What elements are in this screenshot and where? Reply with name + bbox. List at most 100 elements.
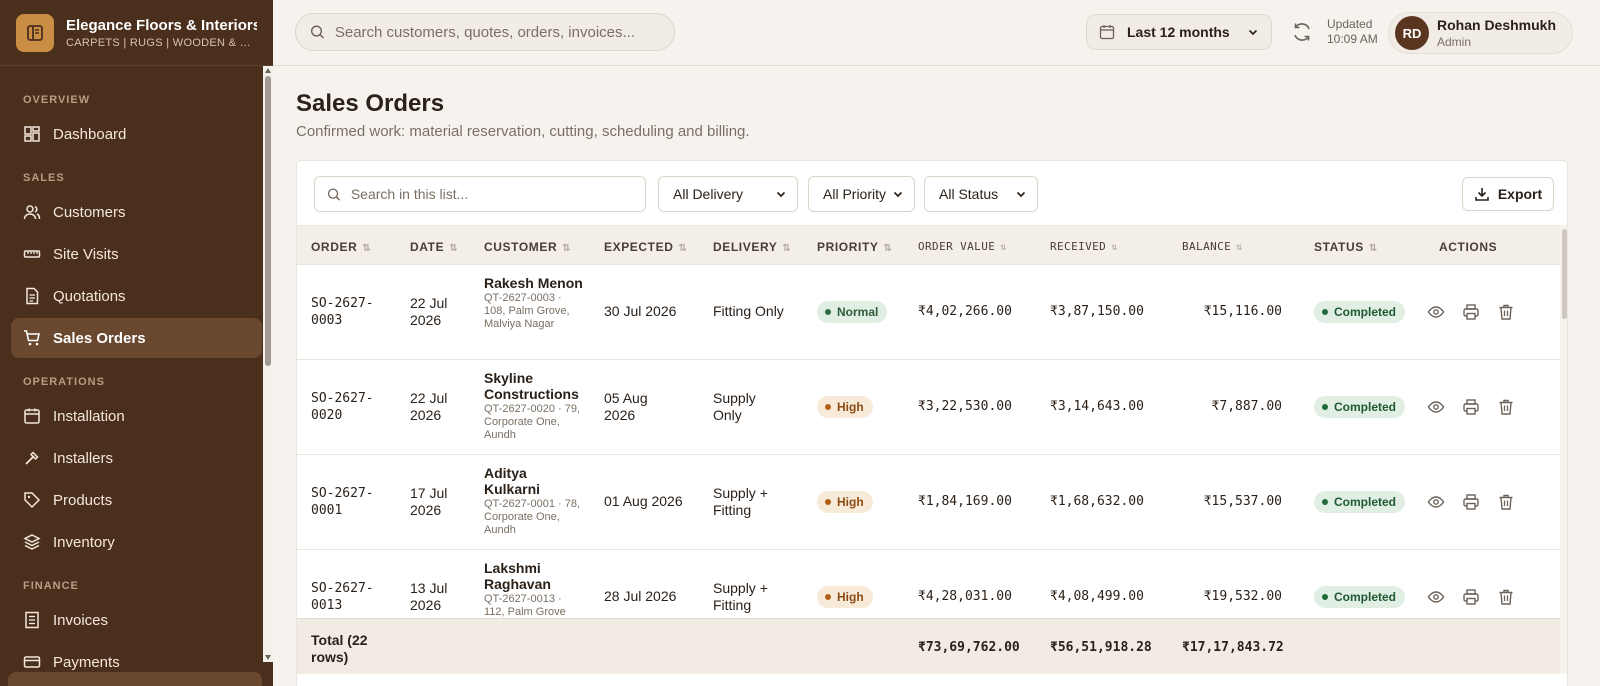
delivery-type: Supply + Fitting	[713, 580, 768, 613]
page-scroll-track[interactable]	[1591, 66, 1600, 686]
order-id[interactable]: SO-2627-0003	[311, 295, 391, 329]
col-delivery[interactable]: DELIVERY ⇅	[713, 240, 791, 254]
priority-badge: High	[817, 491, 873, 513]
sort-icon: ⇅	[449, 243, 459, 254]
table-row[interactable]: SO-2627-0013 13 Jul 2026 Lakshmi Raghava…	[297, 550, 1560, 618]
brand[interactable]: Elegance Floors & Interiors CARPETS | RU…	[0, 0, 273, 66]
trash-icon[interactable]	[1497, 588, 1515, 606]
col-order-value[interactable]: ORDER VALUE ⇅	[918, 240, 1007, 253]
export-button[interactable]: Export	[1462, 177, 1554, 211]
calendar-icon	[24, 408, 40, 424]
print-icon[interactable]	[1462, 398, 1480, 416]
print-icon[interactable]	[1462, 493, 1480, 511]
delivery-filter[interactable]: All Delivery	[658, 176, 798, 212]
sidebar-footer[interactable]	[8, 672, 262, 686]
table-scrollbar[interactable]	[1560, 225, 1567, 674]
sidebar-item-installation[interactable]: Installation	[11, 396, 262, 436]
priority-label: High	[837, 495, 864, 509]
global-search[interactable]	[295, 13, 675, 51]
global-search-input[interactable]	[334, 23, 660, 41]
status-badge: Completed	[1314, 396, 1406, 418]
sidebar-item-customers[interactable]: Customers	[11, 192, 262, 232]
scroll-up-icon[interactable]	[265, 68, 271, 73]
date-range-select[interactable]: Last 12 months	[1086, 14, 1272, 50]
received-amount: ₹3,87,150.00	[1050, 304, 1144, 319]
col-priority[interactable]: PRIORITY ⇅	[817, 240, 892, 254]
received-amount: ₹1,68,632.00	[1050, 494, 1144, 509]
customer-name[interactable]: Skyline Constructions	[484, 370, 584, 402]
print-icon[interactable]	[1462, 588, 1480, 606]
priority-filter[interactable]: All Priority	[808, 176, 915, 212]
col-received[interactable]: RECEIVED ⇅	[1050, 240, 1118, 253]
total-order-value: ₹73,69,762.00	[918, 640, 1020, 655]
trash-icon[interactable]	[1497, 398, 1515, 416]
table-row[interactable]: SO-2627-0003 22 Jul 2026 Rakesh Menon QT…	[297, 265, 1560, 360]
customer-name[interactable]: Rakesh Menon	[484, 275, 584, 291]
eye-icon[interactable]	[1427, 303, 1445, 321]
sort-icon: ⇅	[562, 243, 572, 254]
sidebar-item-quotations[interactable]: Quotations	[11, 276, 262, 316]
table-row[interactable]: SO-2627-0001 17 Jul 2026 Aditya Kulkarni…	[297, 455, 1560, 550]
table-header: ORDER ⇅ DATE ⇅ CUSTOMER ⇅ EXPECTED ⇅ DELIVER…	[297, 225, 1560, 265]
sidebar-item-site-visits[interactable]: Site Visits	[11, 234, 262, 274]
sidebar-item-label: Installers	[53, 449, 114, 467]
sort-icon: ⇅	[883, 243, 893, 254]
avatar: RD	[1395, 16, 1429, 50]
col-balance-label: BALANCE	[1182, 240, 1232, 253]
status-badge: Completed	[1314, 301, 1406, 323]
total-label: Total (22 rows)	[311, 632, 368, 665]
sidebar-item-installers[interactable]: Installers	[11, 438, 262, 478]
list-search[interactable]	[314, 176, 646, 212]
col-order[interactable]: ORDER ⇅	[311, 240, 371, 254]
print-icon[interactable]	[1462, 303, 1480, 321]
dashboard-icon	[24, 126, 40, 142]
order-id[interactable]: SO-2627-0020	[311, 390, 391, 424]
col-status[interactable]: STATUS ⇅	[1314, 240, 1378, 254]
status-label: Completed	[1334, 400, 1397, 414]
col-balance[interactable]: BALANCE ⇅	[1182, 240, 1243, 253]
sidebar-item-sales-orders[interactable]: Sales Orders	[11, 318, 262, 358]
expected-date: 30 Jul 2026	[604, 303, 677, 319]
sidebar-item-invoices[interactable]: Invoices	[11, 600, 262, 640]
filter-bar: All Delivery All Priority All Status Exp…	[297, 161, 1567, 225]
scroll-down-icon[interactable]	[265, 655, 271, 660]
sidebar-item-products[interactable]: Products	[11, 480, 262, 520]
col-customer-label: CUSTOMER	[484, 240, 558, 254]
download-icon	[1475, 188, 1489, 201]
order-id[interactable]: SO-2627-0013	[311, 580, 391, 614]
eye-icon[interactable]	[1427, 493, 1445, 511]
card-icon	[23, 656, 41, 668]
sales-orders-card: All Delivery All Priority All Status Exp…	[296, 160, 1568, 686]
balance-amount: ₹15,116.00	[1203, 304, 1282, 319]
col-status-label: STATUS	[1314, 240, 1364, 254]
nav-section-operations: OPERATIONS	[23, 376, 105, 388]
sidebar-scrollbar[interactable]	[263, 66, 273, 662]
sidebar-item-label: Products	[53, 491, 113, 509]
trash-icon[interactable]	[1497, 303, 1515, 321]
sort-icon: ⇅	[1236, 242, 1243, 253]
user-name: Rohan Deshmukh	[1437, 17, 1557, 33]
col-customer[interactable]: CUSTOMER ⇅	[484, 240, 571, 254]
list-search-input[interactable]	[350, 186, 633, 202]
sidebar-item-inventory[interactable]: Inventory	[11, 522, 262, 562]
status-filter[interactable]: All Status	[924, 176, 1038, 212]
refresh-button[interactable]	[1290, 20, 1314, 44]
col-delivery-label: DELIVERY	[713, 240, 778, 254]
received-amount: ₹3,14,643.00	[1050, 399, 1144, 414]
order-id[interactable]: SO-2627-0001	[311, 485, 391, 519]
trash-icon[interactable]	[1497, 493, 1515, 511]
customer-name[interactable]: Lakshmi Raghavan	[484, 560, 584, 592]
eye-icon[interactable]	[1427, 398, 1445, 416]
delivery-type: Supply Only	[713, 390, 756, 423]
table-scroll-thumb[interactable]	[1562, 229, 1567, 319]
sidebar-item-dashboard[interactable]: Dashboard	[11, 114, 262, 154]
col-date[interactable]: DATE ⇅	[410, 240, 458, 254]
eye-icon[interactable]	[1427, 588, 1445, 606]
user-menu[interactable]: RD Rohan Deshmukh Admin	[1388, 12, 1573, 54]
sidebar-item-label: Site Visits	[53, 245, 119, 263]
sidebar-scroll-thumb[interactable]	[265, 76, 271, 366]
customer-name[interactable]: Aditya Kulkarni	[484, 465, 584, 497]
customer-quote: QT-2627-0001 · 78, Corporate One, Aundh	[484, 498, 581, 536]
table-row[interactable]: SO-2627-0020 22 Jul 2026 Skyline Constru…	[297, 360, 1560, 455]
col-expected[interactable]: EXPECTED ⇅	[604, 240, 687, 254]
